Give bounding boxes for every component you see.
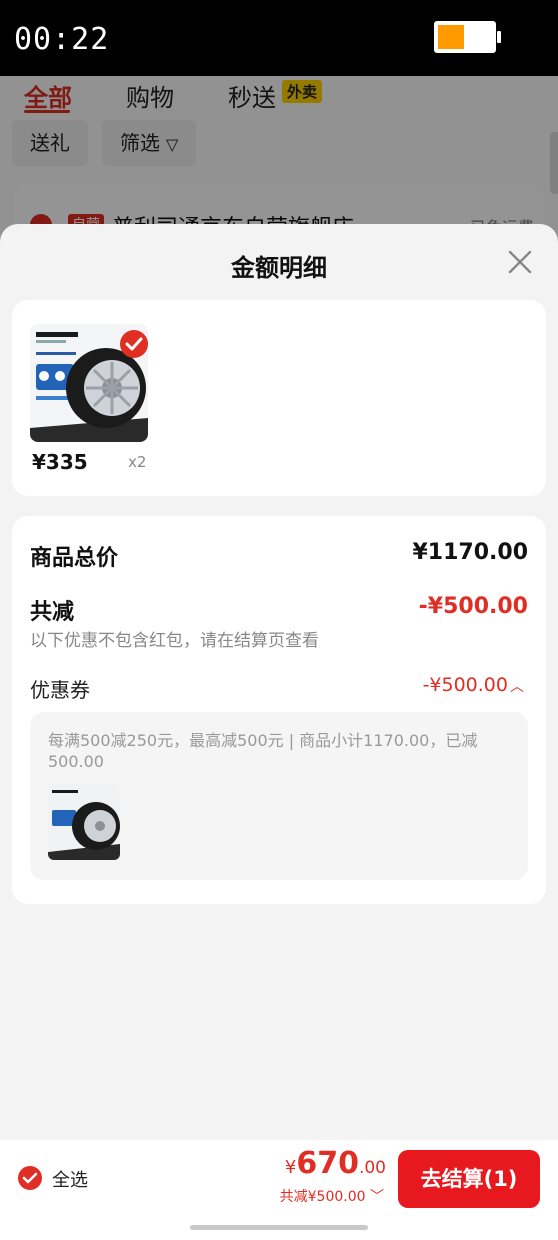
close-icon[interactable] xyxy=(506,248,534,276)
battery-icon xyxy=(434,21,501,53)
select-all-label[interactable]: 全选 xyxy=(52,1166,88,1192)
checkout-button[interactable]: 去结算(1) xyxy=(398,1150,540,1208)
product-card: ¥335 x2 xyxy=(12,300,546,496)
coupon-detail-box: 每满500减250元，最高减500元 | 商品小计1170.00，已减500.0… xyxy=(30,712,528,880)
discount-summary[interactable]: 共减¥500.00 ﹀ xyxy=(280,1186,384,1206)
total-decimal: .00 xyxy=(358,1158,386,1178)
reduced-label: 共减 xyxy=(30,600,75,625)
amount-detail-sheet: 金额明细 ¥335 x2 商品总价 ¥1170.00 共减 -¥500.00 以… xyxy=(0,224,558,1240)
coupon-label: 优惠券 xyxy=(30,678,90,702)
status-time: 00:22 xyxy=(14,22,110,57)
coupon-description: 每满500减250元，最高减500元 | 商品小计1170.00，已减500.0… xyxy=(48,731,478,771)
status-bar: 00:22 xyxy=(0,0,558,76)
discount-note: 以下优惠不包含红包，请在结算页查看 xyxy=(30,631,319,651)
total-amount: ¥670.00 xyxy=(285,1146,386,1181)
reduced-value: -¥500.00 xyxy=(418,594,528,619)
battery-level xyxy=(438,25,464,49)
amount-summary-card: 商品总价 ¥1170.00 共减 -¥500.00 以下优惠不包含红包，请在结算… xyxy=(12,516,546,904)
total-price-label: 商品总价 xyxy=(30,546,119,571)
chevron-up-icon[interactable]: ︿ xyxy=(510,676,524,696)
selected-check-icon[interactable] xyxy=(120,330,148,358)
total-integer: 670 xyxy=(296,1146,359,1181)
checkout-bar: 全选 ¥670.00 共减¥500.00 ﹀ 去结算(1) xyxy=(0,1140,558,1240)
coupon-product-image xyxy=(48,784,120,860)
product-price: ¥335 xyxy=(32,450,88,474)
product-quantity: x2 xyxy=(128,453,147,471)
sheet-title: 金额明细 xyxy=(231,254,327,282)
coupon-value[interactable]: -¥500.00 xyxy=(423,674,508,696)
home-indicator xyxy=(190,1225,368,1230)
discount-text: 共减¥500.00 xyxy=(279,1189,366,1205)
total-price-value: ¥1170.00 xyxy=(412,540,528,565)
select-all-check-icon[interactable] xyxy=(18,1166,42,1190)
total-currency: ¥ xyxy=(284,1157,297,1178)
chevron-down-icon: ﹀ xyxy=(370,1189,384,1205)
